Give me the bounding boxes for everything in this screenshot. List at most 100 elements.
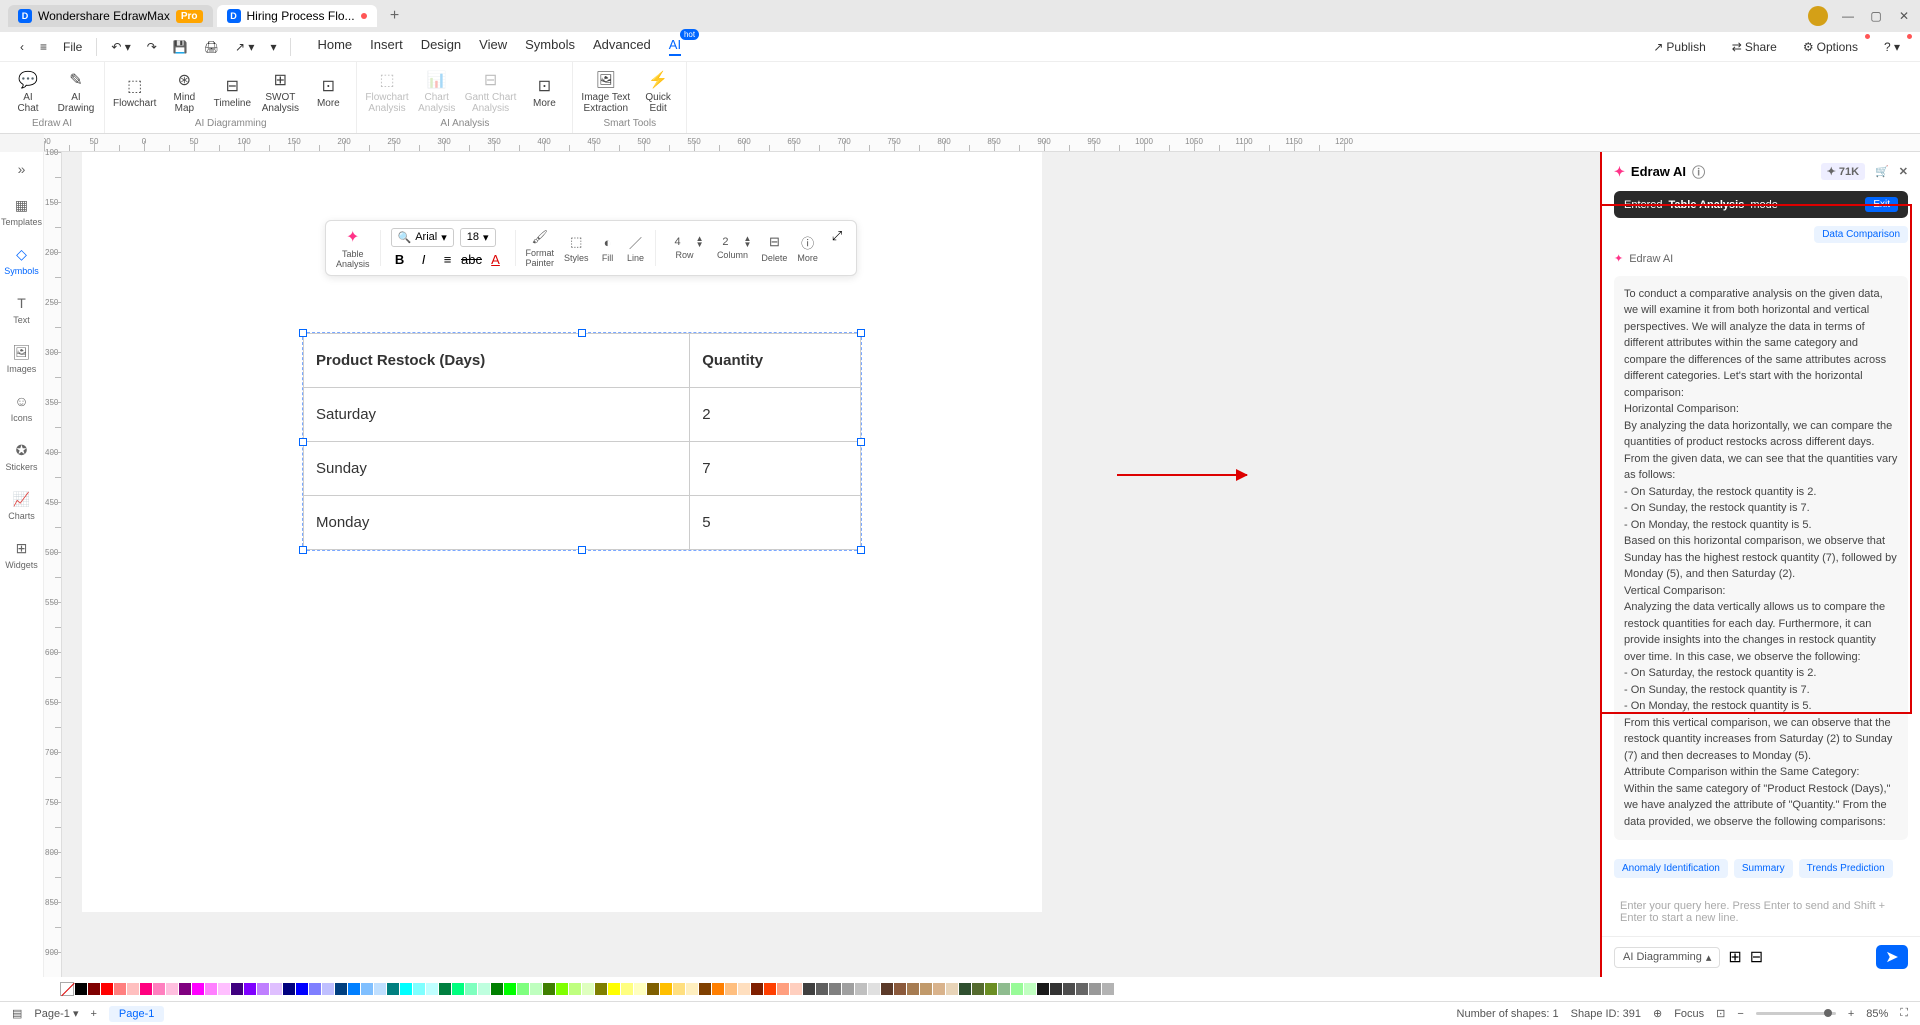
- print-button[interactable]: 🖨: [196, 36, 227, 58]
- undo-button[interactable]: ↶ ▾: [103, 36, 138, 58]
- color-swatch[interactable]: [816, 983, 828, 995]
- color-swatch[interactable]: [1076, 983, 1088, 995]
- zoom-slider[interactable]: [1756, 1012, 1836, 1015]
- bold-button[interactable]: B: [391, 251, 409, 269]
- table-cell[interactable]: 2: [690, 388, 861, 442]
- row-stepper[interactable]: 4▲▼ Row: [666, 236, 704, 260]
- data-table[interactable]: Product Restock (Days) Quantity Saturday…: [302, 332, 862, 551]
- color-swatch[interactable]: [1024, 983, 1036, 995]
- color-swatch[interactable]: [608, 983, 620, 995]
- sidebar-stickers[interactable]: ✪Stickers: [5, 441, 37, 472]
- zoom-in-button[interactable]: +: [1848, 1008, 1854, 1020]
- color-swatch[interactable]: [1089, 983, 1101, 995]
- color-swatch[interactable]: [764, 983, 776, 995]
- zoom-out-button[interactable]: −: [1737, 1008, 1743, 1020]
- page-tab-active[interactable]: Page-1: [109, 1006, 164, 1022]
- stepper-arrows-icon[interactable]: ▲▼: [743, 236, 751, 248]
- color-swatch[interactable]: [972, 983, 984, 995]
- color-swatch[interactable]: [374, 983, 386, 995]
- menu-design[interactable]: Design: [421, 37, 461, 56]
- color-swatch[interactable]: [309, 983, 321, 995]
- color-swatch[interactable]: [920, 983, 932, 995]
- color-swatch[interactable]: [907, 983, 919, 995]
- color-swatch[interactable]: [686, 983, 698, 995]
- color-swatch[interactable]: [361, 983, 373, 995]
- sidebar-icons[interactable]: ☺Icons: [11, 392, 33, 423]
- color-swatch[interactable]: [127, 983, 139, 995]
- color-swatch[interactable]: [673, 983, 685, 995]
- selection-handle[interactable]: [299, 546, 307, 554]
- color-swatch[interactable]: [894, 983, 906, 995]
- color-swatch[interactable]: [88, 983, 100, 995]
- selection-handle[interactable]: [857, 329, 865, 337]
- menu-insert[interactable]: Insert: [370, 37, 403, 56]
- timeline-button[interactable]: ⊟Timeline: [212, 76, 252, 109]
- color-swatch[interactable]: [413, 983, 425, 995]
- color-swatch[interactable]: [517, 983, 529, 995]
- color-swatch[interactable]: [530, 983, 542, 995]
- selection-handle[interactable]: [578, 546, 586, 554]
- color-swatch[interactable]: [283, 983, 295, 995]
- sidebar-images[interactable]: 🖼Images: [7, 343, 37, 374]
- color-swatch[interactable]: [556, 983, 568, 995]
- more-analysis-button[interactable]: ⊡More: [524, 76, 564, 109]
- font-color-button[interactable]: A: [487, 251, 505, 269]
- color-swatch[interactable]: [322, 983, 334, 995]
- align-button[interactable]: ≡: [439, 251, 457, 269]
- color-swatch[interactable]: [348, 983, 360, 995]
- color-swatch[interactable]: [855, 983, 867, 995]
- suggestion-trends[interactable]: Trends Prediction: [1799, 859, 1893, 878]
- color-swatch[interactable]: [491, 983, 503, 995]
- color-swatch[interactable]: [803, 983, 815, 995]
- color-swatch[interactable]: [699, 983, 711, 995]
- format-painter-button[interactable]: 🖌Format Painter: [526, 228, 555, 268]
- add-tab-button[interactable]: +: [383, 7, 407, 25]
- color-swatch[interactable]: [439, 983, 451, 995]
- close-button[interactable]: ✕: [1896, 8, 1912, 24]
- selection-handle[interactable]: [299, 438, 307, 446]
- suggestion-summary[interactable]: Summary: [1734, 859, 1793, 878]
- exit-mode-button[interactable]: Exit: [1865, 197, 1898, 212]
- color-swatch[interactable]: [257, 983, 269, 995]
- ai-mode-select[interactable]: AI Diagramming ▴: [1614, 947, 1720, 968]
- file-menu[interactable]: File: [55, 36, 90, 58]
- menu-home[interactable]: Home: [317, 37, 352, 56]
- quick-edit-button[interactable]: ⚡Quick Edit: [638, 70, 678, 114]
- fit-icon[interactable]: ⊡: [1716, 1007, 1725, 1020]
- swot-button[interactable]: ⊞SWOT Analysis: [260, 70, 300, 114]
- color-swatch[interactable]: [933, 983, 945, 995]
- color-swatch[interactable]: [660, 983, 672, 995]
- ai-query-input[interactable]: Enter your query here. Press Enter to se…: [1614, 894, 1908, 930]
- help-icon[interactable]: ⓘ: [1692, 162, 1705, 181]
- image-text-extraction-button[interactable]: 🖼Image Text Extraction: [581, 70, 630, 114]
- color-swatch[interactable]: [465, 983, 477, 995]
- table-cell[interactable]: 7: [690, 442, 861, 496]
- add-page-button[interactable]: +: [90, 1008, 96, 1020]
- back-button[interactable]: ‹: [12, 36, 32, 58]
- table-analysis-button[interactable]: ✦ Table Analysis: [336, 227, 370, 269]
- color-swatch[interactable]: [1037, 983, 1049, 995]
- app-tab[interactable]: D Wondershare EdrawMax Pro: [8, 5, 213, 27]
- mindmap-button[interactable]: ⊛Mind Map: [164, 70, 204, 114]
- send-button[interactable]: ➤: [1876, 945, 1908, 969]
- color-swatch[interactable]: [400, 983, 412, 995]
- color-swatch[interactable]: [101, 983, 113, 995]
- pages-icon[interactable]: ▤: [12, 1007, 22, 1020]
- close-panel-button[interactable]: ✕: [1899, 165, 1908, 178]
- table-cell[interactable]: 5: [690, 496, 861, 550]
- color-swatch[interactable]: [738, 983, 750, 995]
- options-button[interactable]: ⚙ Options: [1795, 36, 1866, 58]
- color-swatch[interactable]: [634, 983, 646, 995]
- sidebar-widgets[interactable]: ⊞Widgets: [5, 539, 38, 570]
- color-swatch[interactable]: [504, 983, 516, 995]
- color-swatch[interactable]: [244, 983, 256, 995]
- cart-icon[interactable]: 🛒: [1875, 165, 1889, 178]
- selection-handle[interactable]: [299, 329, 307, 337]
- color-swatch[interactable]: [751, 983, 763, 995]
- selection-handle[interactable]: [578, 329, 586, 337]
- flowchart-button[interactable]: ⬚Flowchart: [113, 76, 156, 109]
- color-swatch[interactable]: [985, 983, 997, 995]
- fullscreen-icon[interactable]: ⛶: [1900, 1007, 1908, 1020]
- attach-icon[interactable]: ⊞: [1728, 947, 1741, 967]
- sidebar-charts[interactable]: 📈Charts: [8, 490, 35, 521]
